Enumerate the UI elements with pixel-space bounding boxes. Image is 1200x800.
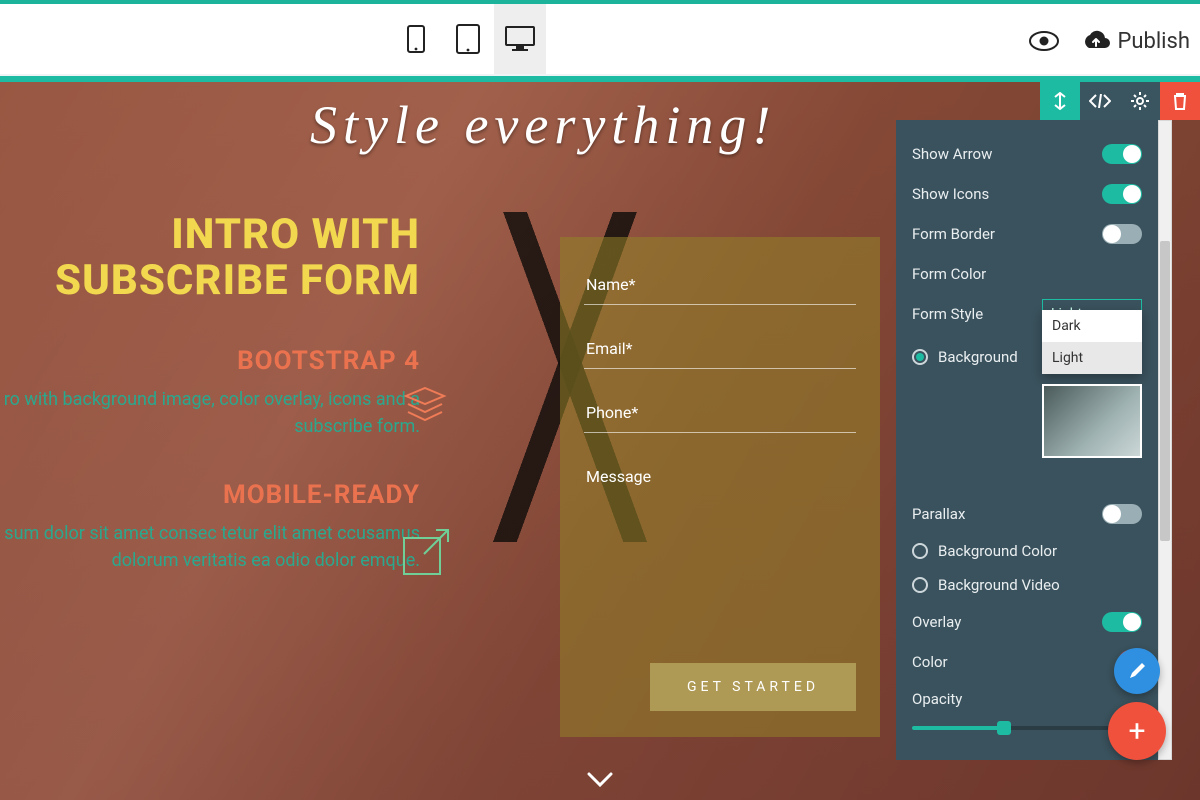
form-style-label: Form Style <box>912 305 983 323</box>
code-button[interactable] <box>1080 82 1120 120</box>
feature-2-text[interactable]: sum dolor sit amet consec tetur elit ame… <box>0 520 420 574</box>
device-desktop-button[interactable] <box>494 4 546 74</box>
top-toolbar: Publish <box>0 0 1200 74</box>
name-field[interactable]: Name* <box>584 263 856 305</box>
layers-icon <box>398 382 452 436</box>
subscribe-form: Name* Email* Phone* Message GET STARTED <box>560 237 880 737</box>
get-started-button[interactable]: GET STARTED <box>650 663 856 711</box>
email-field[interactable]: Email* <box>584 327 856 369</box>
message-field[interactable]: Message <box>584 455 856 496</box>
gear-icon <box>1130 91 1150 111</box>
feature-1-title[interactable]: BOOTSTRAP 4 <box>0 346 420 376</box>
publish-label: Publish <box>1117 29 1190 54</box>
form-style-option-light[interactable]: Light <box>1042 342 1142 374</box>
background-video-label: Background Video <box>938 576 1060 594</box>
background-image-thumbnail[interactable] <box>1042 384 1142 458</box>
hero-section[interactable]: Style everything! INTRO WITH SUBSCRIBE F… <box>0 82 1200 800</box>
form-style-option-dark[interactable]: Dark <box>1042 310 1142 342</box>
tablet-icon <box>456 24 480 54</box>
opacity-label: Opacity <box>912 690 962 708</box>
form-style-dropdown: Dark Light <box>1042 310 1142 374</box>
overlay-color-label: Color <box>912 653 948 671</box>
code-icon <box>1089 94 1111 108</box>
cloud-upload-icon <box>1081 30 1111 52</box>
overlay-label: Overlay <box>912 613 961 631</box>
form-color-label: Form Color <box>912 265 986 283</box>
settings-button[interactable] <box>1120 82 1160 120</box>
background-video-radio[interactable] <box>912 577 928 593</box>
background-color-label: Background Color <box>938 542 1057 560</box>
move-vertical-icon <box>1052 92 1068 110</box>
parallax-toggle[interactable] <box>1102 504 1142 524</box>
canvas: Style everything! INTRO WITH SUBSCRIBE F… <box>0 76 1200 800</box>
show-icons-label: Show Icons <box>912 185 989 203</box>
pencil-icon <box>1127 661 1147 681</box>
panel-scrollbar[interactable] <box>1158 120 1172 760</box>
plus-icon: + <box>1128 714 1145 749</box>
form-border-toggle[interactable] <box>1102 224 1142 244</box>
preview-eye-icon[interactable] <box>1029 31 1059 51</box>
device-switcher <box>390 4 546 74</box>
feature-2-title[interactable]: MOBILE-READY <box>0 480 420 510</box>
block-action-bar <box>1040 82 1200 120</box>
phone-field[interactable]: Phone* <box>584 391 856 433</box>
show-icons-toggle[interactable] <box>1102 184 1142 204</box>
add-block-fab[interactable]: + <box>1108 702 1166 760</box>
background-image-radio[interactable] <box>912 349 928 365</box>
background-image-label: Background <box>938 348 1018 366</box>
feature-1-text[interactable]: ro with background image, color overlay,… <box>0 386 420 440</box>
show-arrow-label: Show Arrow <box>912 145 992 163</box>
hero-headline[interactable]: INTRO WITH SUBSCRIBE FORM <box>0 212 420 304</box>
headline-line-1: INTRO WITH <box>171 210 420 259</box>
overlay-toggle[interactable] <box>1102 612 1142 632</box>
form-color-swatch[interactable] <box>1118 262 1142 286</box>
annotation-overlay-text: Style everything! <box>310 94 776 156</box>
device-phone-button[interactable] <box>390 4 442 74</box>
delete-block-button[interactable] <box>1160 82 1200 120</box>
show-arrow-toggle[interactable] <box>1102 144 1142 164</box>
expand-icon <box>398 524 456 582</box>
trash-icon <box>1172 92 1188 110</box>
form-border-label: Form Border <box>912 225 995 243</box>
desktop-icon <box>505 26 535 52</box>
scroll-down-arrow-icon[interactable] <box>587 772 613 788</box>
edit-fab[interactable] <box>1114 648 1160 694</box>
parallax-label: Parallax <box>912 505 965 523</box>
move-block-button[interactable] <box>1040 82 1080 120</box>
publish-button[interactable]: Publish <box>1081 29 1190 54</box>
smartphone-icon <box>407 25 425 53</box>
headline-line-2: SUBSCRIBE FORM <box>55 256 420 305</box>
background-color-radio[interactable] <box>912 543 928 559</box>
hero-copy: INTRO WITH SUBSCRIBE FORM BOOTSTRAP 4 ro… <box>0 212 460 574</box>
device-tablet-button[interactable] <box>442 4 494 74</box>
